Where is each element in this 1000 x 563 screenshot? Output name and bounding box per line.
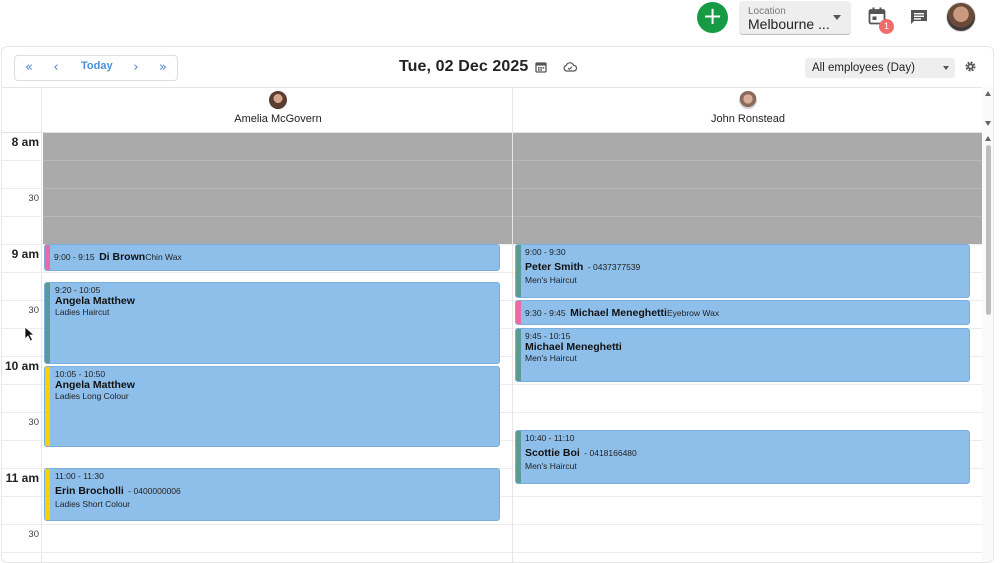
employee-filter-value: All employees (Day) [812,62,915,74]
service-color-bar [516,301,521,324]
appointment-client: Angela Matthew [55,295,135,307]
half-hour-label: 30 [28,193,39,204]
appointment-time: 10:05 - 10:50 [55,369,106,379]
date-picker-icon[interactable] [535,61,547,73]
service-color-bar [45,283,50,363]
hour-label: 9 am [11,247,39,261]
employee-avatar [269,91,287,109]
hour-label: 10 am [4,359,39,373]
appointment-service: Eyebrow Wax [666,308,720,318]
last-button[interactable]: » [155,59,171,77]
calendar-grid: Amelia McGovern John Ronstead 8 am 30 9 … [2,87,993,562]
first-button[interactable]: « [21,59,37,77]
cloud-sync-icon[interactable] [563,62,577,72]
caret-down-icon [833,15,841,20]
appointment-time: 9:45 - 10:15 [525,331,571,341]
date-title: Tue, 02 Dec 2025 [399,58,529,75]
appointment-phone: - 0400000006 [128,486,181,496]
service-color-bar [516,431,521,483]
appointment-time: 11:00 - 11:30 [55,471,104,481]
appointment-client: Angela Matthew [55,379,135,391]
appointment-time: 9:30 - 9:45 [525,308,566,318]
grid-line [2,524,982,525]
service-color-bar [45,367,50,446]
appointment-line: 9:30 - 9:45 Michael MeneghettiEyebrow Wa… [525,303,719,321]
hour-label: 11 am [5,471,39,485]
appointment-client: Michael Meneghetti [525,341,622,353]
scrollbar-thumb[interactable] [986,145,991,315]
employee-name: Amelia McGovern [234,113,322,125]
appointment-line: 9:00 - 9:15 Di BrownChin Wax [54,247,182,265]
appointment-client: Peter Smith [525,261,584,273]
appointment-card[interactable]: 11:00 - 11:30 Erin Brocholli - 040000000… [44,468,500,521]
appointment-client: Di Brown [99,251,146,263]
half-hour-label: 30 [28,305,39,316]
appointment-client: Erin Brocholli [55,485,124,497]
appointment-card[interactable]: 9:45 - 10:15 Michael Meneghetti Men's Ha… [515,328,970,382]
mouse-cursor-icon [24,326,36,342]
appointment-client: Scottie Boi [525,447,580,459]
appointment-service: Ladies Short Colour [55,499,131,509]
scroll-up-icon[interactable] [985,136,991,141]
scroll-up-icon[interactable] [985,91,991,96]
service-color-bar [45,469,50,520]
notification-badge: 1 [879,19,894,34]
prev-button[interactable]: ‹ [49,59,63,77]
scroll-down-icon[interactable] [985,121,991,126]
appointment-phone: - 0418166480 [584,448,637,458]
location-value: Melbourne ... [748,16,830,32]
add-button[interactable]: + [697,2,728,33]
employee-header: John Ronstead [513,88,983,132]
service-color-bar [516,329,521,381]
date-navigation: « ‹ Today › » [14,55,178,81]
today-button[interactable]: Today [81,60,113,72]
column-divider [512,88,513,562]
appointment-card[interactable]: 9:00 - 9:15 Di BrownChin Wax [44,244,500,271]
appointment-time: 9:20 - 10:05 [55,285,101,295]
appointment-service: Men's Haircut [525,275,577,285]
appointment-service: Ladies Long Colour [55,391,129,401]
gear-icon[interactable] [964,60,977,73]
location-select[interactable]: Location Melbourne ... [739,1,851,35]
hour-label: 8 am [11,135,39,149]
chat-icon[interactable] [910,9,928,25]
appointment-time: 9:00 - 9:30 [525,247,566,257]
appointment-service: Men's Haircut [525,353,577,363]
calendar-panel: « ‹ Today › » Tue, 02 Dec 2025 All emplo… [1,46,994,563]
top-bar: + Location Melbourne ... 1 [0,0,1000,44]
user-avatar[interactable] [946,2,976,32]
employee-header: Amelia McGovern [43,88,513,132]
appointment-phone: - 0437377539 [587,262,641,272]
service-color-bar [45,245,50,270]
appointment-service: Men's Haircut [525,461,577,471]
service-color-bar [516,245,521,297]
next-button[interactable]: › [129,59,143,77]
appointment-time: 10:40 - 11:10 [525,433,575,443]
appointment-card[interactable]: 9:30 - 9:45 Michael MeneghettiEyebrow Wa… [515,300,970,325]
appointment-card[interactable]: 10:40 - 11:10 Scottie Boi - 0418166480 M… [515,430,970,484]
grid-line [2,552,982,553]
employee-avatar [739,91,757,109]
half-hour-label: 30 [28,529,39,540]
appointment-service: Ladies Haircut [55,307,110,317]
half-hour-label: 30 [28,417,39,428]
appointment-card[interactable]: 9:20 - 10:05 Angela Matthew Ladies Hairc… [44,282,500,364]
appointment-card[interactable]: 9:00 - 9:30 Peter Smith - 0437377539 Men… [515,244,970,298]
appointment-card[interactable]: 10:05 - 10:50 Angela Matthew Ladies Long… [44,366,500,447]
appointment-service: Chin Wax [145,252,182,262]
caret-down-icon [943,66,949,70]
appointment-client: Michael Meneghetti [570,307,667,319]
appointment-time: 9:00 - 9:15 [54,252,95,262]
employee-filter-select[interactable]: All employees (Day) [805,58,955,78]
plus-icon: + [702,2,723,30]
employee-name: John Ronstead [711,113,785,125]
vertical-scrollbar[interactable] [982,87,993,562]
